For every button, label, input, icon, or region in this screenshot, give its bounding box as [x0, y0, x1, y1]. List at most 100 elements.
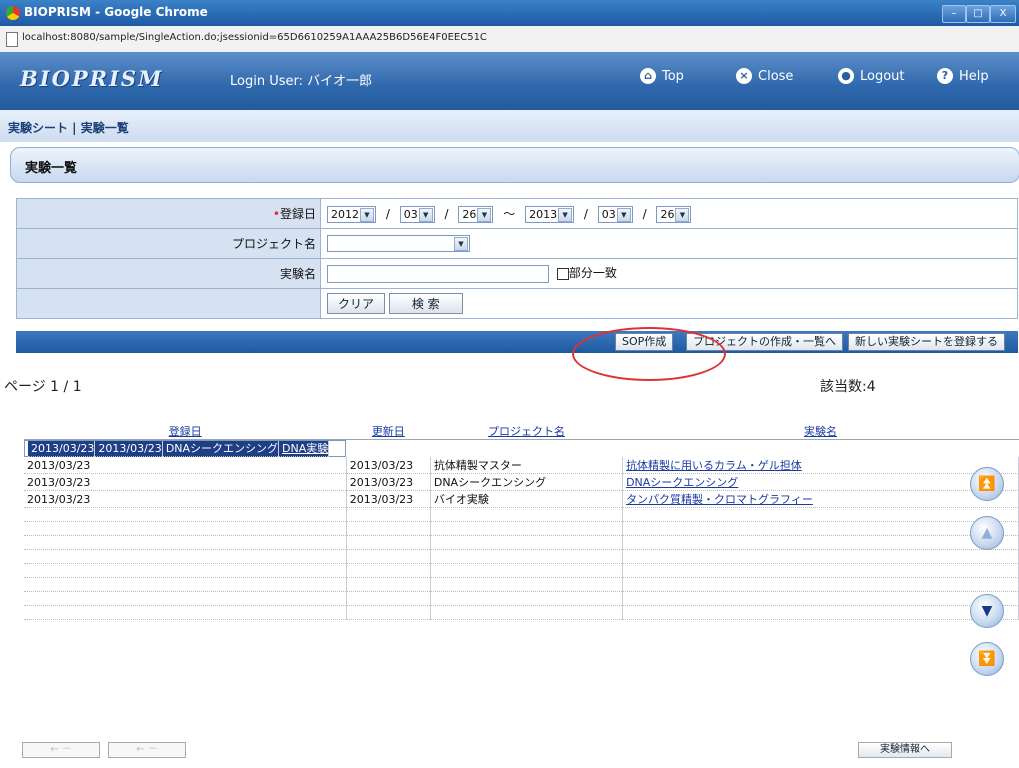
close-circle-icon: × [736, 68, 752, 84]
window-title: BIOPRISM - Google Chrome [24, 5, 208, 19]
experiment-name-input[interactable] [327, 264, 549, 283]
cell-updated: 2013/03/23 [94, 441, 163, 457]
scroll-up-button[interactable]: ▲ [970, 516, 1004, 550]
required-mark: • [272, 207, 280, 221]
cell-registered [24, 605, 347, 620]
cell-registered [24, 535, 347, 550]
cell-project [430, 507, 624, 522]
cell-experiment-name [622, 521, 1019, 536]
footer-prev-button-1[interactable]: ← － [22, 742, 100, 758]
col-updated[interactable]: 更新日 [346, 423, 431, 440]
help-icon: ? [937, 68, 953, 84]
to-day-select[interactable]: 26 ▼ [656, 205, 692, 223]
window-close-button[interactable]: X [990, 5, 1016, 23]
search-form: •登録日 2012 ▼ / 03 ▼ / 26 ▼ 〜 2013 ▼ / 03 ▼ / 2… [16, 198, 1018, 319]
table-row[interactable]: 2013/03/23 2013/03/23 DNAシークエンシング DNAシークエンシ… [24, 473, 1019, 491]
chevron-down-icon: ▼ [675, 207, 690, 222]
top-nav-button[interactable]: ⌂ Top [640, 68, 684, 84]
cell-experiment-name: DNA実験 [278, 441, 330, 457]
cell-registered [24, 549, 347, 564]
table-row[interactable]: 2013/03/23 2013/03/23 抗体精製マスター 抗体精製に用いるカラム・… [24, 457, 1019, 474]
cell-project: バイオ実験 [430, 490, 624, 508]
cell-updated [346, 521, 431, 536]
cell-experiment-name [622, 563, 1019, 578]
breadcrumb: 実験シート | 実験一覧 [0, 110, 1019, 142]
close-nav-button[interactable]: × Close [736, 68, 793, 84]
cell-registered: 2013/03/23 [24, 457, 347, 474]
table-row[interactable]: 2013/03/23 2013/03/23 DNAシークエンシング DNA実験 [24, 440, 347, 457]
cell-project [430, 521, 624, 536]
page-title: 実験一覧 [25, 161, 78, 176]
date-label: 登録日 [279, 207, 316, 221]
experiment-link[interactable]: タンパク質精製・クロマトグラフィー [626, 493, 813, 506]
table-row-empty [24, 535, 1019, 550]
logout-icon: ● [838, 68, 854, 84]
cell-experiment-name: 抗体精製に用いるカラム・ゲル担体 [622, 457, 1019, 474]
experiment-link[interactable]: DNA実験 [282, 442, 328, 455]
experiment-link[interactable]: DNAシークエンシング [626, 476, 738, 489]
cell-registered [24, 521, 347, 536]
breadcrumb-text: 実験シート | 実験一覧 [8, 121, 129, 135]
date-label-cell: •登録日 [16, 198, 321, 229]
cell-project: DNAシークエンシング [162, 441, 280, 457]
cell-project [430, 605, 624, 620]
from-year-select[interactable]: 2012 ▼ [327, 205, 376, 223]
cell-project [430, 591, 624, 606]
from-month-select[interactable]: 03 ▼ [399, 205, 435, 223]
cell-experiment-name: タンパク質精製・クロマトグラフィー [622, 490, 1019, 508]
top-label: Top [662, 68, 684, 84]
url-text[interactable]: localhost:8080/sample/SingleAction.do;js… [22, 32, 487, 43]
partial-match-checkbox[interactable] [556, 267, 569, 280]
cell-project: 抗体精製マスター [430, 457, 624, 474]
to-year-select[interactable]: 2013 ▼ [525, 205, 575, 223]
table-row-empty [24, 563, 1019, 578]
cell-registered [24, 507, 347, 522]
search-button[interactable]: 検 索 [388, 293, 463, 314]
cell-project: DNAシークエンシング [430, 473, 624, 491]
experiment-info-button[interactable]: 実験情報へ [858, 742, 952, 758]
project-select[interactable]: ▼ [327, 235, 470, 252]
cell-updated: 2013/03/23 [346, 490, 431, 508]
chevron-down-icon: ▼ [418, 207, 433, 222]
footer-prev-button-2[interactable]: ← － [108, 742, 186, 758]
maximize-button[interactable]: □ [966, 5, 990, 23]
from-day-select[interactable]: 26 ▼ [458, 205, 494, 223]
clear-button[interactable]: クリア [327, 293, 386, 314]
cell-updated: 2013/03/23 [346, 457, 431, 474]
table-row-empty [24, 591, 1019, 606]
experiment-link[interactable]: 抗体精製に用いるカラム・ゲル担体 [626, 459, 802, 472]
chevron-down-icon: ▼ [616, 207, 631, 222]
chevron-down-icon: ▼ [558, 207, 573, 222]
result-count: 該当数:4 [820, 379, 876, 395]
table-row[interactable]: 2013/03/23 2013/03/23 バイオ実験 タンパク質精製・クロマトグラフ… [24, 490, 1019, 508]
project-label: プロジェクト名 [16, 228, 321, 259]
cell-project [430, 535, 624, 550]
table-row-empty [24, 521, 1019, 536]
cell-registered [24, 591, 347, 606]
address-bar[interactable]: localhost:8080/sample/SingleAction.do;js… [0, 26, 1019, 53]
scroll-last-button[interactable]: ⏬ [970, 642, 1004, 676]
cell-updated: 2013/03/23 [346, 473, 431, 491]
page-indicator: ページ 1 / 1 [4, 379, 82, 395]
project-cell: ▼ [320, 228, 1018, 259]
page-title-box: 実験一覧 [10, 147, 1019, 183]
cell-updated [346, 591, 431, 606]
scroll-down-button[interactable]: ▼ [970, 594, 1004, 628]
cell-registered: 2013/03/23 [24, 473, 347, 491]
help-nav-button[interactable]: ? Help [937, 68, 989, 84]
chevron-down-icon: ▼ [454, 237, 468, 251]
scroll-first-button[interactable]: ⏫ [970, 467, 1004, 501]
to-month-select[interactable]: 03 ▼ [597, 205, 633, 223]
col-project[interactable]: プロジェクト名 [430, 423, 623, 440]
partial-match-label: 部分一致 [568, 266, 617, 281]
col-registered[interactable]: 登録日 [24, 423, 347, 440]
table-header-row: 登録日 更新日 プロジェクト名 実験名 [24, 423, 1019, 440]
minimize-button[interactable]: – [942, 5, 966, 23]
experiment-name-label: 実験名 [16, 258, 321, 289]
new-sheet-button[interactable]: 新しい実験シートを登録する [848, 333, 1005, 351]
logout-nav-button[interactable]: ● Logout [838, 68, 905, 84]
cell-experiment-name: DNAシークエンシング [622, 473, 1019, 491]
col-experiment-name[interactable]: 実験名 [622, 423, 1019, 440]
close-label: Close [758, 68, 794, 84]
table-row-empty [24, 605, 1019, 620]
